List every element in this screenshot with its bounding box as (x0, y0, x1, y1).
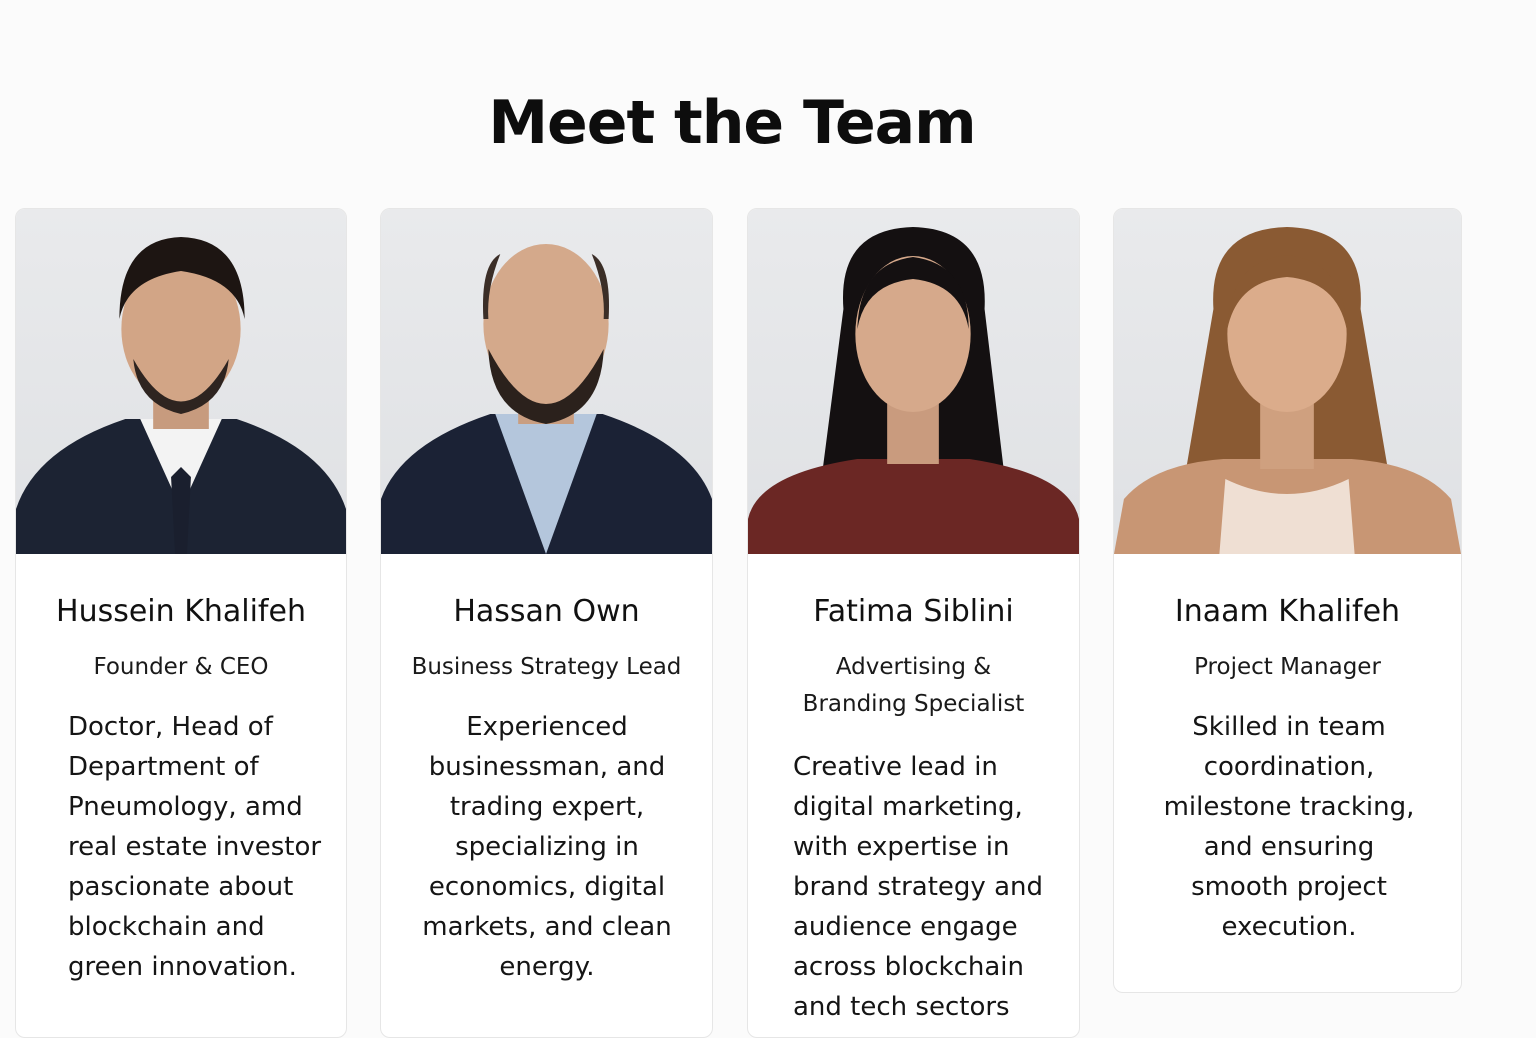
team-card-inaam-khalifeh: Inaam Khalifeh Project Manager Skilled i… (1113, 208, 1462, 993)
member-role: Founder & CEO (93, 654, 269, 680)
member-name: Fatima Siblini (813, 594, 1014, 629)
member-name: Hassan Own (453, 594, 640, 629)
member-bio: Experienced businessman, and trading exp… (422, 712, 672, 982)
portrait-photo (381, 209, 712, 554)
member-name: Inaam Khalifeh (1174, 594, 1401, 629)
member-bio: Doctor, Head of Department of Pneumology… (68, 712, 322, 982)
page-title: Meet the Team (488, 88, 976, 158)
member-bio: Creative lead in digital marketing, with… (793, 752, 1043, 1022)
team-card-hassan-own: Hassan Own Business Strategy Lead Experi… (380, 208, 713, 1038)
member-bio: Skilled in team coordination, milestone … (1163, 712, 1415, 942)
member-role: Advertising & Branding Specialist (802, 654, 1025, 717)
portrait-photo (16, 209, 346, 554)
member-name: Hussein Khalifeh (56, 594, 306, 629)
portrait-photo (748, 209, 1079, 554)
team-card-hussein-khalifeh: Hussein Khalifeh Founder & CEO Doctor, H… (15, 208, 347, 1038)
portrait-photo (1114, 209, 1461, 554)
member-role: Project Manager (1194, 654, 1381, 680)
member-role: Business Strategy Lead (411, 654, 682, 680)
team-card-fatima-siblini: Fatima Siblini Advertising & Branding Sp… (747, 208, 1080, 1038)
